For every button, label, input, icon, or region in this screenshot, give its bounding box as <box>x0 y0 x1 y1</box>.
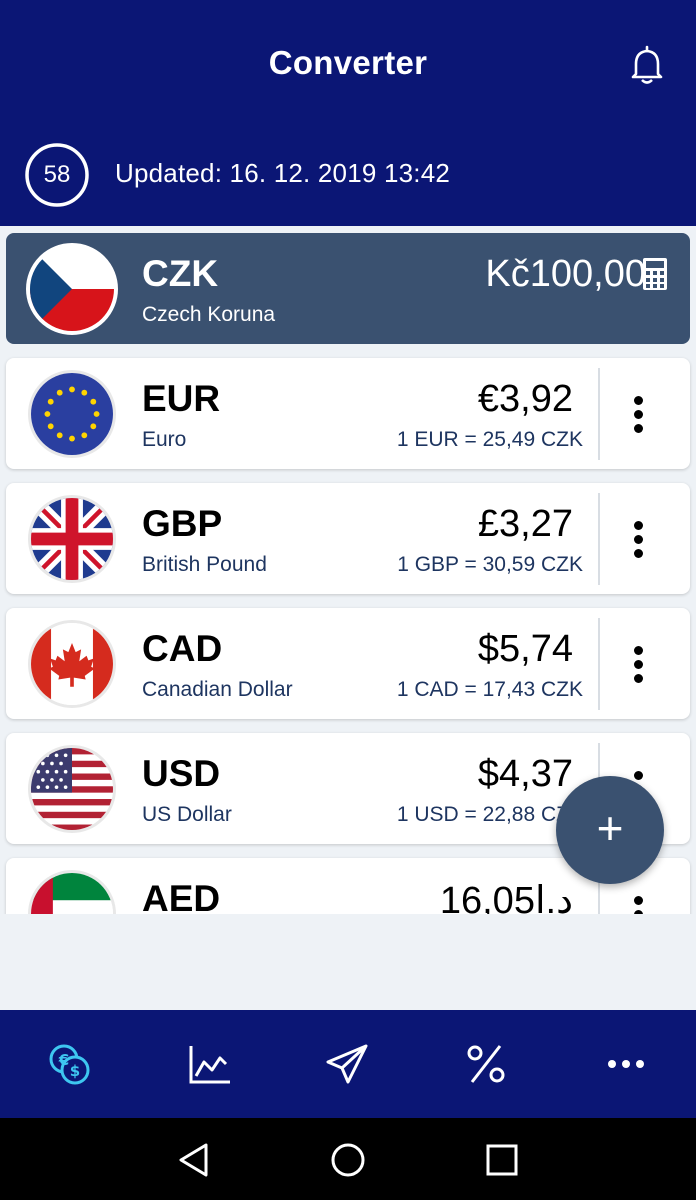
converted-amount: $4,37 <box>477 753 573 795</box>
currency-code: CAD <box>142 628 223 669</box>
home-icon[interactable] <box>328 1140 368 1180</box>
percent-icon[interactable] <box>462 1040 510 1088</box>
czech-flag-icon <box>26 243 118 335</box>
eu-star <box>81 389 88 396</box>
base-amount[interactable]: Kč100,00 <box>485 253 646 296</box>
exchange-rate: 1 GBP = 30,59 CZK <box>397 553 583 576</box>
currency-row-cad[interactable]: CAD Canadian Dollar $5,74 1 CAD = 17,43 … <box>6 608 690 719</box>
refresh-countdown: 58 <box>43 161 71 188</box>
send-icon[interactable] <box>324 1040 372 1088</box>
eu-flag-icon <box>28 370 116 458</box>
currency-name: US Dollar <box>142 803 232 826</box>
eu-star <box>56 389 63 396</box>
base-currency-card[interactable]: CZK Czech Koruna Kč100,00 <box>6 233 690 344</box>
system-navigation-bar <box>0 1118 696 1200</box>
base-currency-code: CZK <box>142 253 219 294</box>
divider <box>598 368 600 460</box>
base-currency-name: Czech Koruna <box>142 303 276 326</box>
eu-star <box>93 411 100 417</box>
divider <box>598 493 600 585</box>
updated-timestamp: Updated: 16. 12. 2019 13:42 <box>115 158 451 188</box>
exchange-rate: 1 EUR = 25,49 CZK <box>396 428 583 451</box>
converted-amount: £3,27 <box>477 503 573 545</box>
currency-code: GBP <box>142 503 223 544</box>
bell-icon[interactable] <box>626 44 668 86</box>
eu-star <box>69 435 75 442</box>
currency-code: AED <box>142 878 221 914</box>
us-flag-icon <box>28 745 116 833</box>
eu-star <box>47 423 54 430</box>
currency-code: EUR <box>142 378 221 419</box>
bottom-navigation: € $ <box>0 1010 696 1118</box>
svg-text:$: $ <box>70 1062 80 1080</box>
converted-amount: $5,74 <box>477 628 573 670</box>
calculator-icon[interactable] <box>642 257 668 291</box>
eu-star <box>56 432 63 439</box>
currency-name: Euro <box>142 428 187 451</box>
eu-star <box>69 386 75 393</box>
back-icon[interactable] <box>174 1140 214 1180</box>
more-vertical-icon[interactable] <box>616 632 660 696</box>
eu-star <box>44 411 51 417</box>
eu-star <box>90 423 97 430</box>
more-vertical-icon[interactable] <box>616 382 660 446</box>
more-horizontal-icon[interactable] <box>602 1040 650 1088</box>
svg-text:€: € <box>58 1051 69 1069</box>
uae-flag-icon <box>28 870 116 914</box>
divider <box>598 618 600 710</box>
recents-icon[interactable] <box>482 1140 522 1180</box>
app-header: Converter 58 Updated: 16. 12. 2019 13:42 <box>0 0 696 226</box>
page-title: Converter <box>268 44 428 81</box>
chart-icon[interactable] <box>186 1040 234 1088</box>
eu-star <box>47 398 54 405</box>
more-vertical-icon[interactable] <box>616 882 660 914</box>
add-currency-button[interactable]: + <box>556 776 664 884</box>
eu-star <box>90 398 97 405</box>
uk-flag-icon <box>28 495 116 583</box>
currency-exchange-icon[interactable]: € $ <box>45 1040 93 1088</box>
exchange-rate: 1 USD = 22,88 CZK <box>396 803 583 826</box>
exchange-rate: 1 CAD = 17,43 CZK <box>396 678 583 701</box>
converted-amount: €3,92 <box>477 378 573 420</box>
more-vertical-icon[interactable] <box>616 507 660 571</box>
currency-code: USD <box>142 753 221 794</box>
currency-name: British Pound <box>142 553 267 576</box>
eu-star <box>81 432 88 439</box>
currency-row-eur[interactable]: EUR Euro €3,92 1 EUR = 25,49 CZK <box>6 358 690 469</box>
converted-amount: 16,05د.إ <box>439 880 573 914</box>
canada-flag-icon <box>28 620 116 708</box>
currency-name: Canadian Dollar <box>142 678 293 701</box>
currency-row-gbp[interactable]: GBP British Pound £3,27 1 GBP = 30,59 CZ… <box>6 483 690 594</box>
